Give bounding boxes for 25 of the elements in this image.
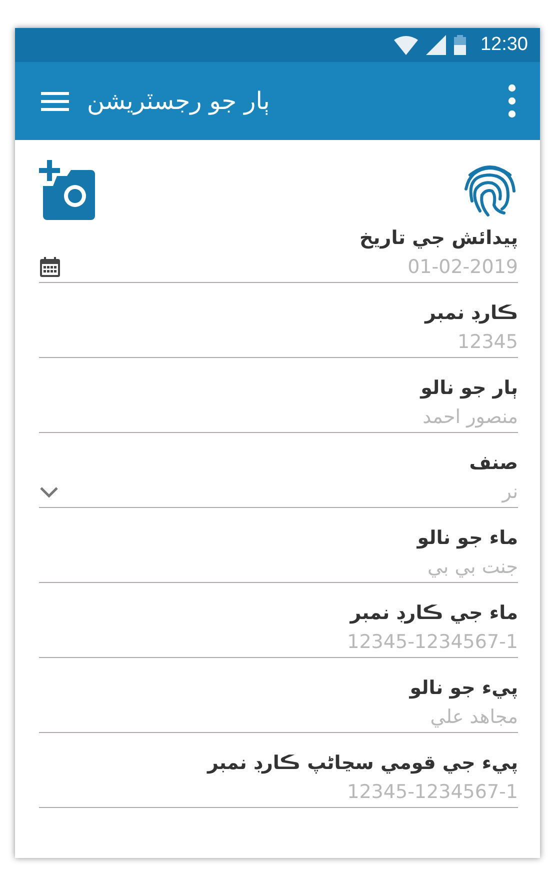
menu-icon[interactable] [41, 91, 69, 111]
more-options-icon[interactable] [508, 84, 516, 118]
input-field[interactable]: جنت بي بي [39, 553, 518, 581]
input-field[interactable]: 12345-1234567-1 [39, 628, 518, 656]
input-field[interactable]: منصور احمد [39, 403, 518, 431]
field-label: ماء جو نالو [417, 526, 518, 551]
field-label: ٻار جو نالو [420, 376, 518, 401]
input-field[interactable]: 12345 [39, 328, 518, 356]
battery-icon [454, 35, 466, 55]
field-label: پيدائش جي تاريخ [359, 226, 518, 251]
status-time: 12:30 [480, 34, 528, 56]
field-label: ماء جي ڪارڊ نمبر [350, 601, 518, 626]
app-title: ٻار جو رجسٽريشن [87, 87, 271, 115]
signal-icon [426, 35, 446, 55]
field-label: ڪارڊ نمبر [425, 301, 518, 326]
field-label: صنف [469, 451, 518, 476]
input-field[interactable]: 12345-1234567-1 [39, 778, 518, 806]
field-label: پيء جي قومي سڃاڻپ ڪارڊ نمبر [207, 751, 518, 776]
field-label: پيء جو نالو [410, 676, 518, 701]
input-field[interactable]: 01-02-2019 [61, 253, 518, 281]
calendar-icon[interactable] [39, 256, 61, 278]
wifi-icon [394, 35, 418, 55]
input-field[interactable]: مجاهد علي [39, 703, 518, 731]
chevron-down-icon[interactable] [39, 486, 59, 498]
dropdown-field[interactable]: نر [59, 478, 518, 506]
